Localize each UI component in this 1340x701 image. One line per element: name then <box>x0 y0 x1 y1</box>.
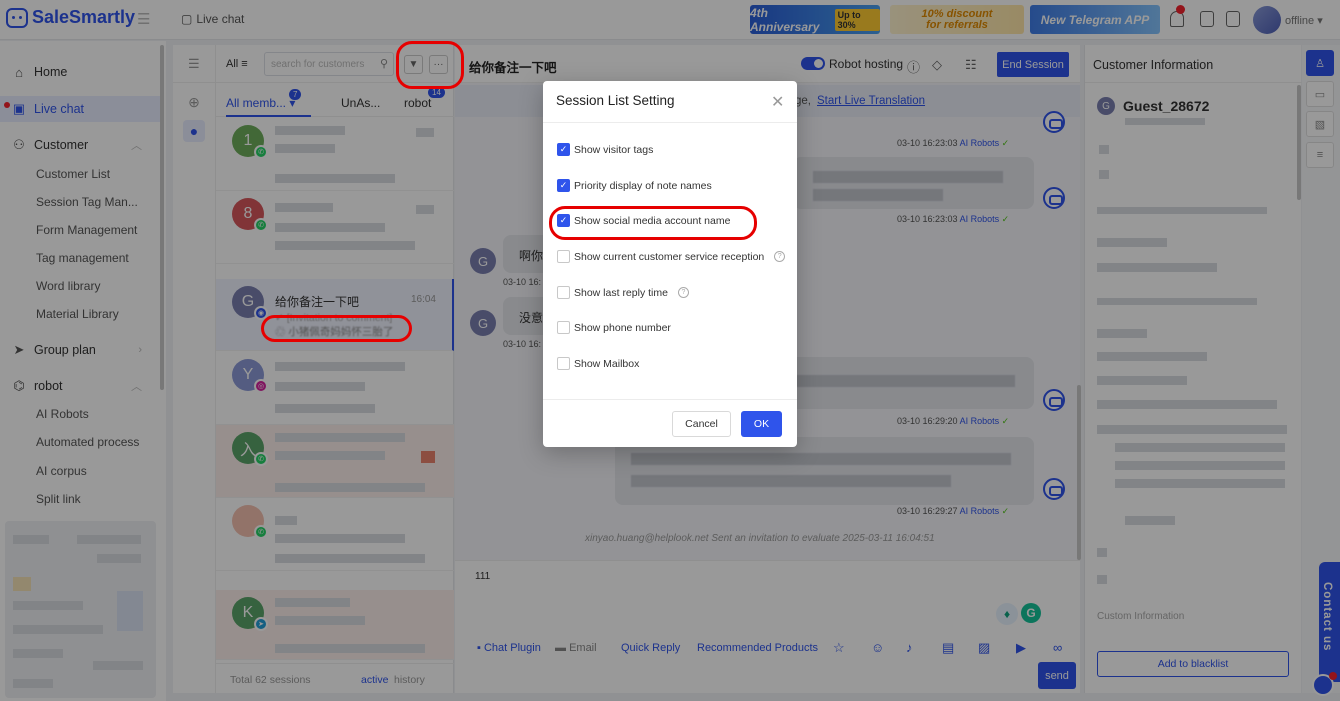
option-label: Priority display of note names <box>574 179 712 192</box>
option-label: Show last reply time <box>574 286 668 299</box>
option-label: Show Mailbox <box>574 357 640 370</box>
option-show-mailbox[interactable]: Show Mailbox <box>557 357 639 370</box>
dialog-divider <box>543 122 797 123</box>
help-icon[interactable]: ? <box>774 251 786 262</box>
ok-button[interactable]: OK <box>741 411 782 437</box>
help-icon[interactable]: ? <box>677 287 689 298</box>
option-label: Show visitor tags <box>574 143 654 156</box>
checkbox-unchecked[interactable] <box>557 250 570 263</box>
option-show-last-reply-time[interactable]: Show last reply time ? <box>557 286 689 299</box>
checkbox-unchecked[interactable] <box>557 286 570 299</box>
dialog-divider <box>543 399 797 400</box>
annotation-ring <box>261 315 412 342</box>
checkbox-checked[interactable]: ✓ <box>557 143 570 156</box>
close-icon[interactable]: ✕ <box>771 92 784 112</box>
annotation-ring <box>549 206 757 240</box>
option-show-current-service[interactable]: Show current customer service reception … <box>557 250 786 263</box>
option-show-phone-number[interactable]: Show phone number <box>557 321 671 334</box>
checkbox-unchecked[interactable] <box>557 357 570 370</box>
option-priority-note-names[interactable]: ✓ Priority display of note names <box>557 179 712 192</box>
checkbox-unchecked[interactable] <box>557 321 570 334</box>
checkbox-checked[interactable]: ✓ <box>557 179 570 192</box>
session-list-setting-dialog: Session List Setting ✕ ✓ Show visitor ta… <box>543 81 797 447</box>
option-label: Show phone number <box>574 321 671 334</box>
cancel-button[interactable]: Cancel <box>672 411 731 437</box>
annotation-ring <box>396 41 464 89</box>
option-label: Show current customer service reception <box>574 250 765 263</box>
dialog-title: Session List Setting <box>556 93 675 108</box>
option-show-visitor-tags[interactable]: ✓ Show visitor tags <box>557 143 653 156</box>
